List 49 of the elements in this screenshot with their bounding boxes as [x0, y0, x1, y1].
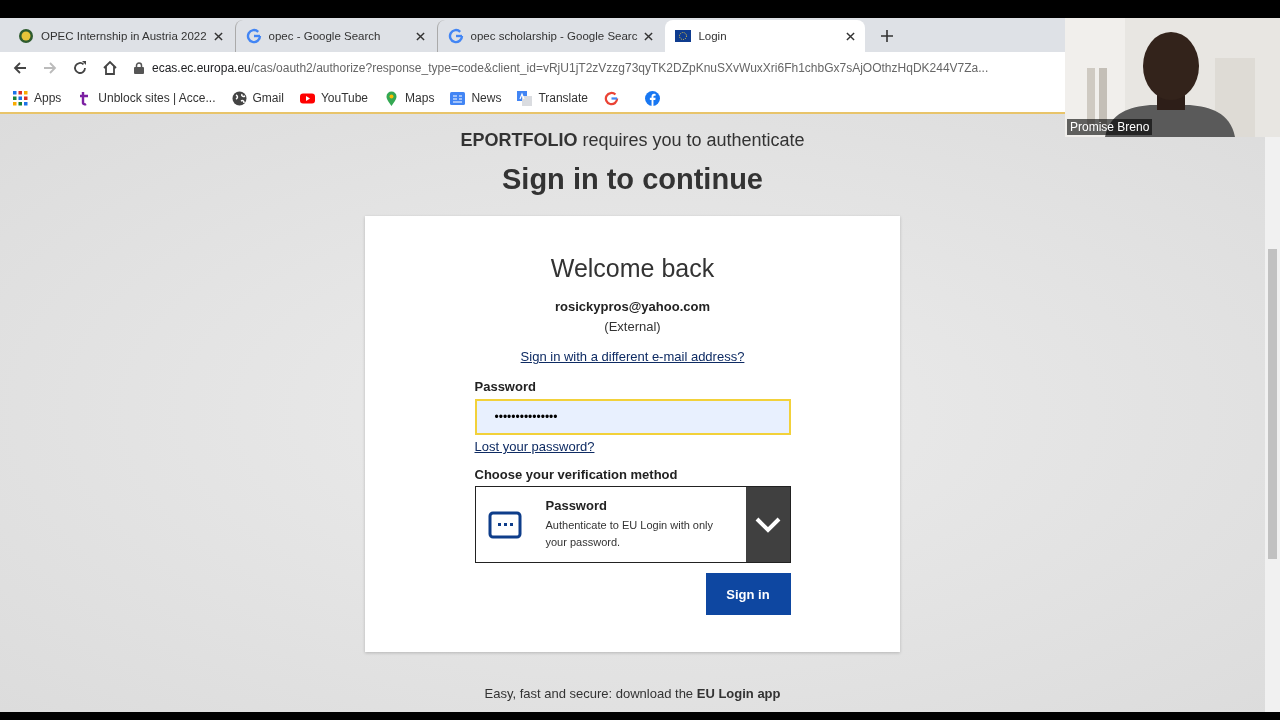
flag-icon: [675, 28, 692, 44]
google-icon: [447, 28, 464, 44]
globe-icon: [231, 90, 247, 106]
account-type: (External): [603, 319, 662, 334]
app-promo-text: Easy, fast and secure: download the EU Login app: [484, 686, 781, 701]
lost-password-link[interactable]: Lost your password?: [474, 439, 595, 454]
newspaper-icon: [450, 90, 466, 106]
field-label: Choose your verification method: [474, 467, 679, 482]
method-name: Password: [545, 498, 608, 513]
auth-notice: EPORTFOLIO requires you to authenticate: [460, 130, 805, 151]
password-field[interactable]: •••••••••••••••: [474, 399, 791, 435]
dropdown-toggle[interactable]: [745, 487, 790, 562]
close-icon[interactable]: [846, 31, 856, 41]
bookmark-link[interactable]: Unblock sites | Acce...: [77, 90, 216, 106]
reload-icon[interactable]: [72, 60, 88, 76]
bookmark-link[interactable]: Translate: [517, 90, 588, 106]
chevron-down-icon: [754, 516, 781, 533]
switch-account-link[interactable]: Sign in with a different e-mail address?: [520, 349, 745, 364]
password-dots-icon: [487, 510, 522, 539]
close-icon[interactable]: [644, 31, 654, 41]
home-icon[interactable]: [102, 60, 118, 76]
grid-icon: [13, 90, 28, 106]
new-tab-icon[interactable]: [881, 30, 894, 42]
sign-in-button[interactable]: Sign in: [705, 573, 791, 615]
method-select[interactable]: Password Authenticate to EU Login with only your password.: [474, 486, 791, 563]
lock-icon: [134, 62, 144, 74]
facebook-icon[interactable]: [644, 90, 660, 106]
bookmark-link[interactable]: YouTube: [299, 90, 369, 106]
browser-tab[interactable]: Login: [665, 20, 866, 52]
participant-name: Promise Breno: [1067, 119, 1153, 135]
browser-tab[interactable]: OPEC Internship in Austria 2022: [8, 20, 233, 52]
bookmark-link[interactable]: Gmail: [231, 90, 284, 106]
close-icon[interactable]: [415, 31, 425, 41]
scrollbar[interactable]: [1265, 135, 1280, 712]
google-icon: [245, 28, 262, 44]
google-icon[interactable]: [603, 90, 619, 106]
bookmark-link[interactable]: Apps: [13, 90, 62, 106]
bookmark-link[interactable]: News: [450, 90, 502, 106]
close-icon[interactable]: [213, 31, 223, 41]
page-heading: Sign in to continue: [502, 163, 763, 196]
bookmark-link[interactable]: Maps: [384, 90, 435, 106]
url-text: ecas.ec.europa.eu/cas/oauth2/authorize?response_type=code&client_id=vRjU1jT2zVzzg73qyTK2DZpKnuSXvWuxXri6Fh1chbGx7sAjOOthzHqDK244V7Za...: [152, 61, 989, 75]
field-label: Password: [474, 379, 537, 394]
card-title: Welcome back: [549, 254, 716, 283]
method-description: Authenticate to EU Login with only your password.: [545, 518, 715, 550]
translate-icon: [517, 90, 533, 106]
account-email: rosickypros@yahoo.com: [554, 299, 711, 314]
emblem-icon: [18, 28, 34, 44]
back-icon[interactable]: [12, 60, 28, 76]
